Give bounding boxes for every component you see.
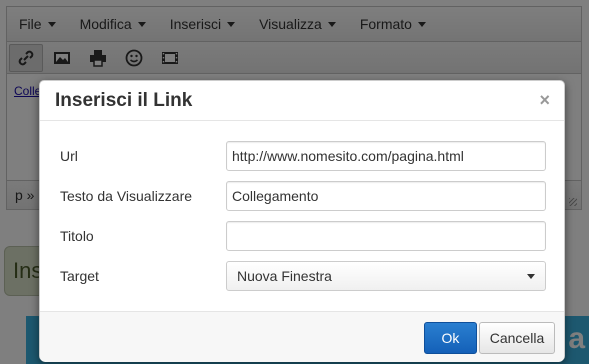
target-select[interactable]: Nuova Finestra [226,261,546,291]
target-row: Target Nuova Finestra [60,261,546,291]
close-icon[interactable]: × [539,90,550,111]
title-row: Titolo [60,221,546,251]
ok-button[interactable]: Ok [424,322,477,354]
dialog-footer: Ok Cancella [40,311,564,362]
insert-link-dialog: Inserisci il Link × Url Testo da Visuali… [39,80,565,362]
dialog-title: Inserisci il Link [55,90,193,111]
target-select-value: Nuova Finestra [237,268,332,284]
title-label: Titolo [60,228,94,244]
target-label: Target [60,268,99,284]
title-input[interactable] [226,221,546,251]
text-label: Testo da Visualizzare [60,188,193,204]
dialog-body: Url Testo da Visualizzare Titolo Target … [40,121,564,311]
caret-down-icon [527,273,535,279]
url-row: Url [60,141,546,171]
dialog-header: Inserisci il Link × [40,81,564,121]
text-row: Testo da Visualizzare [60,181,546,211]
text-input[interactable] [226,181,546,211]
url-input[interactable] [226,141,546,171]
url-label: Url [60,148,78,164]
cancel-button[interactable]: Cancella [479,322,555,354]
